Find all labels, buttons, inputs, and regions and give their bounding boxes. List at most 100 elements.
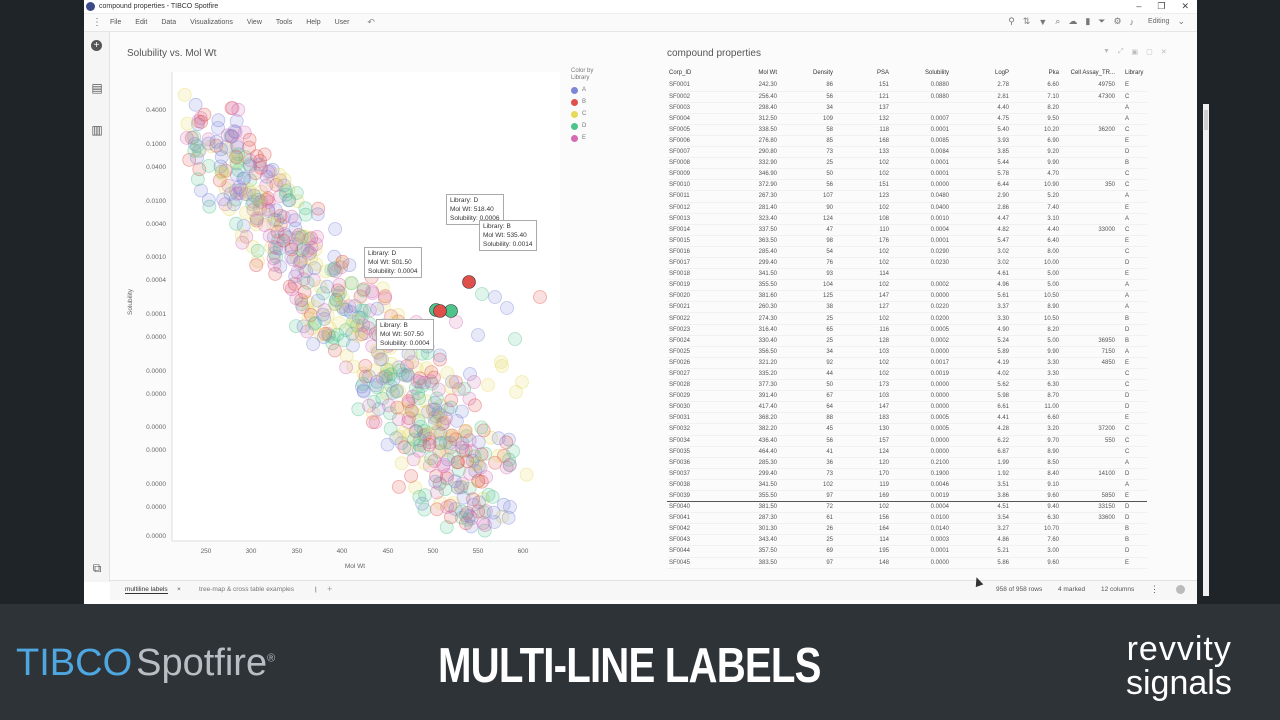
scatter-marker[interactable]: [474, 420, 489, 435]
table-row[interactable]: SF0008 332.90 25 102 0.0001 5.44 9.90 B: [667, 157, 1147, 170]
scatter-marker[interactable]: [242, 140, 257, 155]
table-row[interactable]: SF0042 301.30 26 164 0.0140 3.27 10.70 B: [667, 523, 1147, 536]
sort-icon[interactable]: ⇅: [1023, 16, 1031, 27]
scatter-marker[interactable]: [225, 101, 240, 115]
wand-icon[interactable]: ⚲: [1008, 16, 1015, 27]
scatter-marker[interactable]: [227, 197, 241, 212]
scatter-marker[interactable]: [412, 391, 426, 406]
table-row[interactable]: SF0019 355.50 104 102 0.0002 4.96 5.00 A: [667, 279, 1147, 292]
scatter-marker[interactable]: [454, 480, 469, 495]
table-row[interactable]: SF0034 436.40 56 157 0.0000 6.22 9.70 550 C: [667, 435, 1147, 447]
scatter-marker[interactable]: [230, 140, 245, 154]
table-row[interactable]: SF0001 242.30 86 151 0.0880 2.78 6.60 49750 E: [667, 80, 1147, 92]
mode-selector[interactable]: Editing: [1148, 18, 1169, 25]
scatter-marker[interactable]: [197, 107, 212, 122]
scatter-marker[interactable]: [481, 378, 495, 392]
scatter-marker[interactable]: [440, 366, 455, 380]
table-row[interactable]: SF0005 338.50 58 118 0.0001 5.40 10.20 36200 C: [667, 124, 1147, 136]
scatter-marker[interactable]: [310, 207, 325, 222]
scatter-marker[interactable]: [339, 360, 354, 375]
table-row[interactable]: SF0006 276.80 85 168 0.0085 3.93 6.90 E: [667, 135, 1147, 148]
scatter-marker[interactable]: [460, 454, 475, 469]
scatter-marker[interactable]: [229, 114, 244, 128]
scatter-marker[interactable]: [383, 421, 398, 436]
column-header[interactable]: Corp_ID: [667, 66, 709, 80]
data-canvas-icon[interactable]: ▤: [91, 82, 103, 94]
search-icon[interactable]: ⌕: [1055, 16, 1060, 27]
table-row[interactable]: SF0028 377.30 50 173 0.0000 5.62 6.30 C: [667, 379, 1147, 392]
menu-data[interactable]: Data: [161, 19, 176, 26]
table-row[interactable]: SF0023 316.40 65 116 0.0005 4.90 8.20 D: [667, 324, 1147, 336]
column-header[interactable]: Cell Assay_TR...: [1061, 66, 1117, 80]
scatter-marker[interactable]: [327, 261, 342, 276]
scatter-marker[interactable]: [432, 348, 447, 363]
scatter-marker[interactable]: [471, 328, 485, 342]
table-row[interactable]: SF0020 381.60 125 147 0.0000 5.61 10.50 A: [667, 290, 1147, 303]
scatter-marker[interactable]: [491, 448, 506, 463]
table-row[interactable]: SF0014 337.50 47 110 0.0004 4.82 4.40 33000 C: [667, 224, 1147, 236]
table-row[interactable]: SF0002 256.40 56 121 0.0880 2.81 7.10 47300 C: [667, 91, 1147, 103]
scatter-marker[interactable]: [214, 142, 228, 157]
table-row[interactable]: SF0007 290.80 73 133 0.0084 3.85 9.20 D: [667, 146, 1147, 159]
undo-icon[interactable]: ↶: [367, 17, 375, 28]
scatter-marker[interactable]: [494, 355, 508, 369]
marked-marker[interactable]: [433, 304, 447, 318]
scatter-marker[interactable]: [370, 301, 385, 316]
table-row[interactable]: SF0030 417.40 64 147 0.0000 6.61 11.00 D: [667, 401, 1147, 414]
scatter-marker[interactable]: [508, 332, 522, 346]
data-network-icon[interactable]: ⧉: [91, 562, 103, 574]
scatter-marker[interactable]: [500, 301, 514, 315]
table-row[interactable]: SF0012 281.40 90 102 0.0400 2.86 7.40 E: [667, 202, 1147, 214]
table-row[interactable]: SF0045 383.50 97 148 0.0000 5.86 9.60 E: [667, 557, 1147, 569]
table-row[interactable]: SF0038 341.50 102 119 0.0046 3.51 9.10 A: [667, 479, 1147, 491]
table-row[interactable]: SF0031 368.20 88 183 0.0005 4.41 6.60 E: [667, 412, 1147, 425]
table-row[interactable]: SF0004 312.50 109 132 0.0007 4.75 9.50 A: [667, 113, 1147, 125]
scatter-marker[interactable]: [272, 241, 287, 256]
scatter-marker[interactable]: [306, 337, 321, 351]
table-row[interactable]: SF0041 287.30 61 156 0.0100 3.54 6.30 33600 D: [667, 512, 1147, 525]
scatter-marker[interactable]: [309, 257, 324, 272]
legend-item-c[interactable]: C: [571, 108, 593, 120]
scatter-marker[interactable]: [486, 505, 501, 520]
scatter-marker[interactable]: [380, 437, 395, 452]
bookmark-icon[interactable]: ▮: [1085, 16, 1090, 27]
table-row[interactable]: SF0003 298.40 34 137 4.40 8.20 A: [667, 102, 1147, 114]
legend-item-b[interactable]: B: [571, 96, 593, 108]
add-icon[interactable]: +: [91, 40, 102, 51]
scatter-marker[interactable]: [277, 172, 292, 187]
table-row[interactable]: SF0029 391.40 67 103 0.0000 5.98 8.70 D: [667, 390, 1147, 403]
scatter-marker[interactable]: [188, 137, 202, 151]
scatter-marker[interactable]: [417, 502, 432, 517]
scatter-marker[interactable]: [488, 290, 502, 304]
scatter-marker[interactable]: [393, 401, 408, 416]
column-header[interactable]: Mol Wt: [709, 66, 779, 80]
menu-kebab-icon[interactable]: ⋮: [84, 17, 110, 28]
menu-visualizations[interactable]: Visualizations: [190, 19, 233, 26]
scatter-marker[interactable]: [509, 385, 523, 399]
minimize-button[interactable]: –: [1136, 1, 1141, 12]
menu-help[interactable]: Help: [306, 19, 320, 26]
table-row[interactable]: SF0039 355.50 97 169 0.0019 3.86 9.60 5850 E: [667, 489, 1147, 503]
table-row[interactable]: SF0015 363.50 98 176 0.0001 5.47 6.40 E: [667, 235, 1147, 247]
table-row[interactable]: SF0021 260.30 38 127 0.0220 3.37 8.90 A: [667, 301, 1147, 314]
scatter-marker[interactable]: [278, 229, 293, 244]
scatter-marker[interactable]: [239, 205, 254, 220]
close-window-button[interactable]: ✕: [1181, 1, 1189, 12]
column-header[interactable]: Density: [779, 66, 835, 80]
status-indicator-icon[interactable]: [1176, 585, 1185, 594]
scatter-marker[interactable]: [361, 320, 376, 335]
scatter-marker[interactable]: [462, 433, 477, 448]
vertical-scrollbar[interactable]: [1203, 104, 1209, 596]
filter-plus-icon[interactable]: ▼: [1038, 17, 1047, 27]
close-tab-icon[interactable]: ×: [177, 586, 181, 593]
scatter-marker[interactable]: [438, 482, 453, 497]
scatter-marker[interactable]: [429, 391, 444, 406]
table-row[interactable]: SF0018 341.50 93 114 4.61 5.00 E: [667, 268, 1147, 281]
scatter-marker[interactable]: [243, 153, 258, 168]
legend-item-d[interactable]: D: [571, 120, 593, 132]
scatter-marker[interactable]: [216, 167, 230, 182]
scatter-marker[interactable]: [475, 287, 489, 301]
table-row[interactable]: SF0036 285.30 36 120 0.2100 1.99 8.50 A: [667, 457, 1147, 469]
menu-file[interactable]: File: [110, 19, 121, 26]
copy-icon[interactable]: ▣: [1132, 48, 1139, 56]
